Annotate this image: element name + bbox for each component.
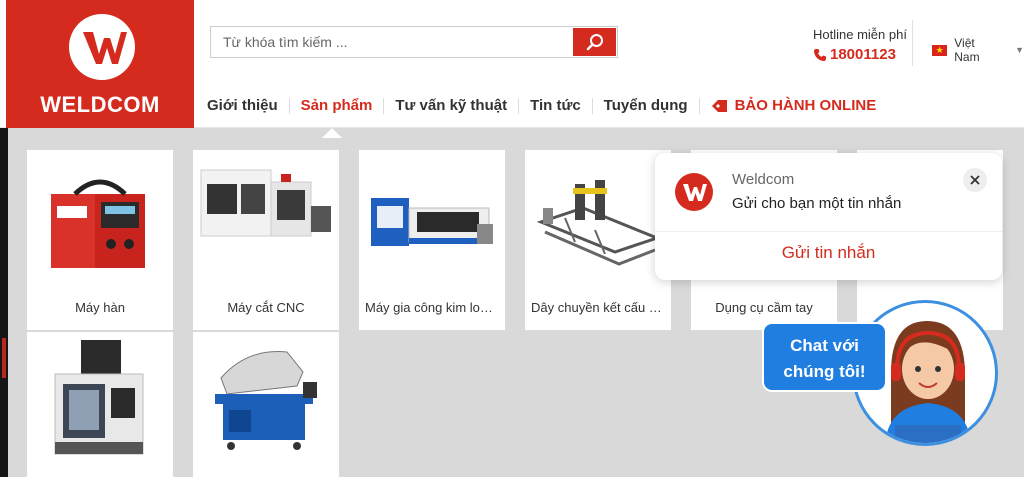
header-divider: [912, 20, 913, 66]
vietnam-flag-icon: ★: [932, 44, 948, 56]
product-label: Máy cắt CNC: [227, 300, 305, 315]
background-image-edge: [0, 128, 8, 477]
warranty-label: BẢO HÀNH ONLINE: [734, 97, 877, 114]
nav-item-tuyen-dung[interactable]: Tuyển dụng: [591, 98, 699, 114]
product-card-may-cat-cnc[interactable]: Máy cắt CNC: [193, 150, 339, 330]
nav-item-tu-van[interactable]: Tư vấn kỹ thuật: [383, 98, 518, 114]
popup-close-button[interactable]: [963, 168, 987, 192]
search-input[interactable]: [211, 27, 573, 57]
chevron-down-icon: ▼: [1015, 45, 1024, 55]
phone-icon: [814, 48, 826, 61]
messenger-popup: Weldcom Gửi cho bạn một tin nhắn Gửi tin…: [655, 153, 1002, 280]
language-label: Việt Nam: [954, 36, 980, 64]
band-saw-icon: [215, 351, 317, 450]
site-header: WELDCOM Hotline miễn phí 18001123 ★ Việt…: [0, 0, 1024, 128]
steel-line-icon: [536, 180, 661, 266]
search-bar: [210, 26, 618, 58]
product-card-gia-cong-kim-loai[interactable]: Máy gia công kim loại ...: [359, 150, 505, 330]
popup-message: Gửi cho bạn một tin nhắn: [732, 195, 902, 212]
product-card-may-han[interactable]: Máy hàn: [27, 150, 173, 330]
machining-center-icon: [54, 340, 144, 455]
chat-widget[interactable]: Chat với chúng tôi!: [762, 300, 1002, 450]
nav-item-san-pham[interactable]: Sản phẩm: [288, 98, 384, 114]
hotline: Hotline miễn phí 18001123: [813, 27, 907, 63]
hotline-label: Hotline miễn phí: [813, 27, 907, 42]
tag-icon: [711, 100, 727, 112]
product-card-machining-center[interactable]: [27, 332, 173, 477]
menu-pointer: [322, 128, 342, 138]
nav-item-warranty[interactable]: BẢO HÀNH ONLINE: [698, 97, 888, 114]
cnc-cutter-icon: [200, 169, 331, 237]
close-icon: [970, 175, 980, 185]
weldcom-logo-icon: [69, 14, 135, 80]
logo-text: WELDCOM: [40, 92, 160, 117]
product-card-band-saw[interactable]: [193, 332, 339, 477]
search-icon: [586, 34, 603, 51]
hotline-number-link[interactable]: 18001123: [813, 46, 907, 63]
language-selector[interactable]: ★ Việt Nam ▼: [932, 36, 1024, 64]
nav-item-gioi-thieu[interactable]: Giới thiệu: [198, 98, 289, 114]
laser-machine-icon: [371, 198, 493, 246]
search-button[interactable]: [573, 28, 616, 56]
welding-machine-icon: [51, 179, 145, 268]
product-label: Dây chuyền kết cấu thép: [531, 300, 671, 315]
nav-item-tin-tuc[interactable]: Tin tức: [518, 98, 592, 114]
product-label: Máy gia công kim loại ...: [365, 300, 505, 315]
weldcom-avatar-icon: [675, 173, 713, 211]
main-nav: Giới thiệu Sản phẩm Tư vấn kỹ thuật Tin …: [198, 93, 887, 119]
chat-bubble[interactable]: Chat với chúng tôi!: [762, 322, 887, 392]
product-card-day-chuyen[interactable]: Dây chuyền kết cấu thép: [525, 150, 671, 330]
chat-line-1: Chat với: [790, 336, 859, 355]
product-label: Máy hàn: [75, 300, 125, 315]
hotline-number: 18001123: [830, 46, 896, 63]
chat-line-2: chúng tôi!: [783, 362, 866, 381]
site-logo[interactable]: WELDCOM: [6, 0, 194, 128]
send-message-button[interactable]: Gửi tin nhắn: [655, 243, 1002, 263]
popup-divider: [655, 231, 1002, 232]
popup-title: Weldcom: [732, 171, 795, 188]
